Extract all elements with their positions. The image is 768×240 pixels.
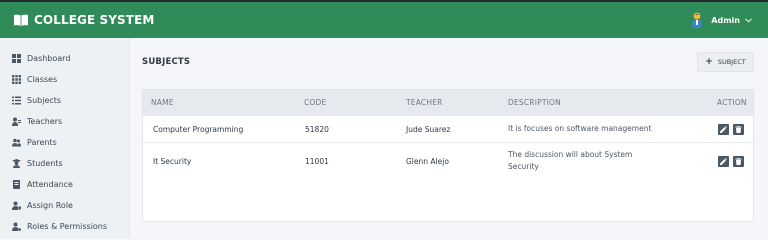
sidebar-item-classes[interactable]: Classes [12, 75, 57, 84]
brand[interactable]: COLLEGE SYSTEM [14, 13, 154, 27]
table-header: NAME CODE TEACHER DESCRIPTION ACTION [143, 90, 753, 115]
table-row: Computer Programming 51820 Jude Suarez I… [143, 115, 753, 142]
add-subject-button[interactable]: + SUBJECT [697, 52, 754, 72]
sidebar-item-label: Classes [27, 75, 58, 84]
subjects-table: NAME CODE TEACHER DESCRIPTION ACTION Com… [142, 89, 754, 222]
user-cog-icon [12, 222, 21, 231]
table-row: It Security 11001 Glenn Alejo The discus… [143, 142, 753, 180]
plus-icon: + [705, 56, 713, 67]
sidebar-item-dashboard[interactable]: Dashboard [12, 54, 70, 63]
delete-button[interactable] [733, 156, 744, 167]
column-header-action: ACTION [717, 98, 747, 107]
column-header-code: CODE [304, 98, 327, 107]
subject-teacher: Glenn Alejo [406, 157, 449, 166]
sidebar-item-attendance[interactable]: Attendance [12, 180, 73, 189]
subject-name: Computer Programming [153, 125, 244, 134]
column-header-name: NAME [151, 98, 174, 107]
edit-button[interactable] [718, 156, 729, 167]
book-icon [13, 180, 20, 189]
sidebar-item-label: Subjects [27, 96, 62, 105]
sidebar-item-subjects[interactable]: Subjects [12, 96, 61, 105]
app-title: COLLEGE SYSTEM [34, 13, 155, 27]
student-icon [12, 159, 21, 168]
subject-code: 51820 [305, 125, 329, 134]
subject-description: The discussion will about System [508, 150, 633, 159]
user-menu[interactable]: Admin [691, 2, 752, 38]
sidebar-item-label: Students [27, 159, 63, 168]
subject-code: 11001 [305, 157, 329, 166]
delete-button[interactable] [733, 124, 744, 135]
pencil-icon [720, 158, 727, 165]
sidebar-item-label: Assign Role [27, 201, 73, 210]
sidebar-item-label: Roles & Permissions [27, 222, 108, 231]
user-tag-icon [12, 201, 21, 210]
list-icon [12, 96, 21, 105]
dashboard-icon [12, 54, 21, 63]
chevron-down-icon [745, 17, 752, 23]
subject-teacher: Jude Suarez [406, 125, 451, 134]
sidebar-item-teachers[interactable]: Teachers [12, 117, 62, 126]
subject-description: It is focuses on software management [508, 124, 652, 133]
subject-description-continued: Security [508, 162, 539, 171]
users-icon [12, 138, 21, 147]
sidebar-item-label: Teachers [27, 117, 63, 126]
avatar [692, 12, 703, 28]
book-open-icon [14, 14, 28, 26]
trash-icon [735, 158, 742, 165]
sidebar-item-label: Parents [27, 138, 57, 147]
pencil-icon [720, 126, 727, 133]
column-header-teacher: TEACHER [406, 98, 443, 107]
edit-button[interactable] [718, 124, 729, 135]
grid-icon [12, 75, 21, 84]
trash-icon [735, 126, 742, 133]
top-navbar: COLLEGE SYSTEM Admin [0, 0, 768, 38]
page-title: SUBJECTS [142, 57, 191, 67]
sidebar-item-students[interactable]: Students [12, 159, 63, 168]
user-name: Admin [711, 15, 740, 25]
teacher-icon [12, 117, 21, 126]
sidebar: Dashboard Classes Subjects Teachers Pare… [0, 38, 130, 238]
column-header-description: DESCRIPTION [508, 98, 561, 107]
main-content: SUBJECTS + SUBJECT NAME CODE TEACHER DES… [130, 38, 768, 238]
subject-name: It Security [153, 157, 192, 166]
sidebar-item-label: Dashboard [27, 54, 71, 63]
sidebar-item-roles-permissions[interactable]: Roles & Permissions [12, 222, 107, 231]
sidebar-item-parents[interactable]: Parents [12, 138, 57, 147]
sidebar-item-label: Attendance [27, 180, 73, 189]
sidebar-item-assign-role[interactable]: Assign Role [12, 201, 73, 210]
add-subject-label: SUBJECT [717, 58, 746, 66]
